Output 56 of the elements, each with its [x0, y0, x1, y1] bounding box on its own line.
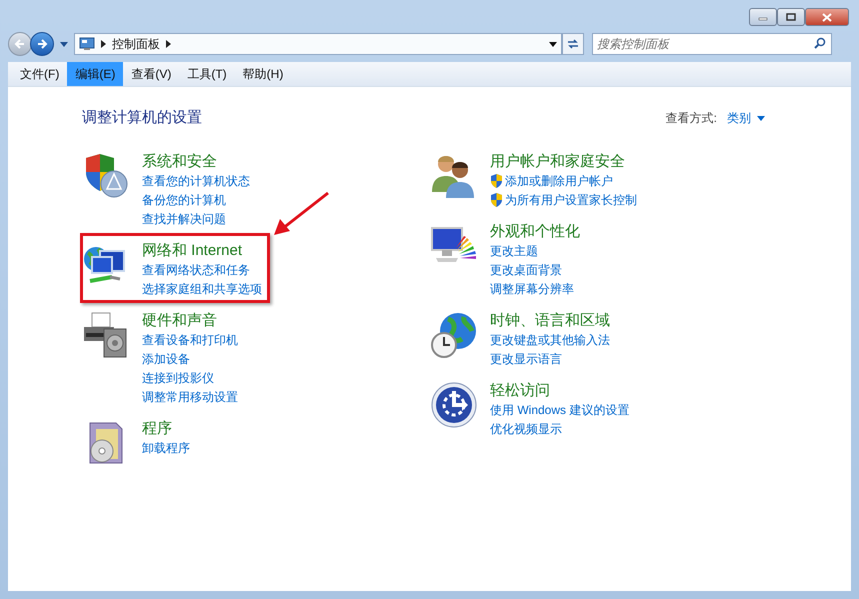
- breadcrumb-item[interactable]: 控制面板: [112, 35, 160, 53]
- category-title[interactable]: 时钟、语言和区域: [490, 310, 610, 330]
- category-title[interactable]: 用户帐户和家庭安全: [490, 152, 637, 172]
- view-by-dropdown[interactable]: 类别: [727, 109, 765, 128]
- view-by-label: 查看方式:: [666, 110, 717, 128]
- task-link[interactable]: 调整屏幕分辨率: [490, 280, 574, 298]
- maximize-icon: [786, 13, 796, 21]
- forward-button[interactable]: [30, 32, 54, 56]
- task-link[interactable]: 查看您的计算机状态: [142, 172, 250, 190]
- task-link[interactable]: 卸载程序: [142, 438, 190, 458]
- task-link[interactable]: 调整常用移动设置: [142, 388, 238, 406]
- category-title[interactable]: 外观和个性化: [490, 222, 580, 242]
- task-link[interactable]: 更改桌面背景: [490, 260, 562, 280]
- task-link[interactable]: 更改键盘或其他输入法: [490, 330, 610, 350]
- menu-item[interactable]: 工具(T): [179, 62, 235, 86]
- task-link[interactable]: 添加设备: [142, 350, 190, 368]
- pointer-arrow: [272, 190, 330, 236]
- category-title[interactable]: 系统和安全: [142, 152, 250, 172]
- menu-item[interactable]: 文件(F): [12, 62, 68, 86]
- search-icon[interactable]: [814, 37, 826, 49]
- category-title[interactable]: 轻松访问: [490, 380, 630, 400]
- task-link[interactable]: 添加或删除用户帐户: [505, 172, 613, 190]
- refresh-arrows-icon: [567, 38, 579, 50]
- caret-icon: [757, 116, 765, 121]
- menu-item[interactable]: 查看(V): [123, 62, 180, 86]
- category-title[interactable]: 网络和 Internet: [142, 240, 262, 260]
- task-link[interactable]: 备份您的计算机: [142, 190, 226, 210]
- address-bar[interactable]: 控制面板: [74, 33, 562, 55]
- control-panel-icon: [79, 37, 95, 51]
- globe-clock-icon: [430, 310, 478, 358]
- task-link[interactable]: 查找并解决问题: [142, 210, 226, 228]
- refresh-button[interactable]: [562, 33, 584, 55]
- back-button[interactable]: [8, 32, 32, 56]
- dropdown-caret-icon[interactable]: [549, 42, 557, 46]
- task-link[interactable]: 使用 Windows 建议的设置: [490, 400, 630, 420]
- task-link[interactable]: 优化视频显示: [490, 420, 562, 438]
- task-link[interactable]: 查看网络状态和任务: [142, 260, 250, 280]
- maximize-button[interactable]: [777, 8, 805, 26]
- close-icon: [822, 12, 832, 22]
- category-title[interactable]: 硬件和声音: [142, 310, 238, 330]
- task-link[interactable]: 查看设备和打印机: [142, 330, 238, 350]
- task-link[interactable]: 选择家庭组和共享选项: [142, 280, 262, 298]
- task-link[interactable]: 更改显示语言: [490, 350, 562, 368]
- page-heading: 调整计算机的设置: [82, 108, 202, 128]
- task-link[interactable]: 为所有用户设置家长控制: [505, 190, 637, 210]
- breadcrumb-arrow-icon[interactable]: [166, 40, 171, 48]
- menu-item[interactable]: 编辑(E): [67, 62, 124, 86]
- breadcrumb-arrow-icon[interactable]: [101, 40, 106, 48]
- menu-item[interactable]: 帮助(H): [234, 62, 292, 86]
- back-arrow-icon: [14, 38, 26, 50]
- category-title[interactable]: 程序: [142, 418, 190, 438]
- task-link[interactable]: 连接到投影仪: [142, 368, 214, 388]
- close-button[interactable]: [805, 8, 849, 26]
- search-field[interactable]: 搜索控制面板: [592, 33, 832, 55]
- forward-arrow-icon: [36, 38, 48, 50]
- task-link[interactable]: 更改主题: [490, 242, 538, 260]
